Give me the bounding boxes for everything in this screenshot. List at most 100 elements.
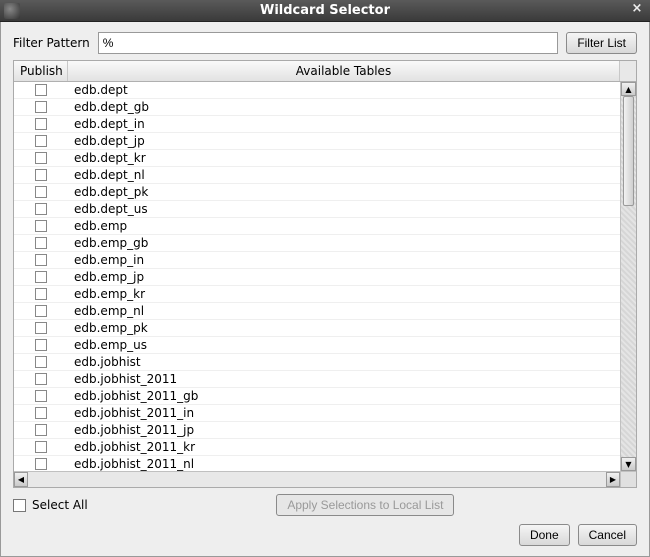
publish-checkbox[interactable]: [35, 288, 47, 300]
publish-checkbox[interactable]: [35, 390, 47, 402]
table-row[interactable]: edb.jobhist_2011_nl: [14, 456, 620, 471]
publish-cell: [14, 237, 68, 249]
table-name: edb.emp_nl: [68, 304, 620, 318]
scroll-down-icon[interactable]: ▼: [621, 457, 636, 471]
table-row[interactable]: edb.jobhist_2011: [14, 371, 620, 388]
below-row: Select All Apply Selections to Local Lis…: [13, 494, 637, 516]
table-name: edb.jobhist_2011_in: [68, 406, 620, 420]
table-name: edb.dept_us: [68, 202, 620, 216]
publish-cell: [14, 84, 68, 96]
scroll-right-icon[interactable]: ▶: [606, 472, 620, 487]
table-container: Publish Available Tables edb.dept edb.dep…: [13, 60, 637, 488]
publish-cell: [14, 424, 68, 436]
table-row[interactable]: edb.dept_nl: [14, 167, 620, 184]
publish-checkbox[interactable]: [35, 237, 47, 249]
publish-cell: [14, 186, 68, 198]
table-row[interactable]: edb.emp_gb: [14, 235, 620, 252]
table-name: edb.dept_jp: [68, 134, 620, 148]
publish-checkbox[interactable]: [35, 407, 47, 419]
table-name: edb.dept_nl: [68, 168, 620, 182]
publish-checkbox[interactable]: [35, 271, 47, 283]
table-row[interactable]: edb.jobhist: [14, 354, 620, 371]
done-button[interactable]: Done: [519, 524, 570, 546]
scroll-gap: [620, 61, 636, 81]
table-name: edb.dept_kr: [68, 151, 620, 165]
publish-checkbox[interactable]: [35, 118, 47, 130]
table-row[interactable]: edb.emp_jp: [14, 269, 620, 286]
publish-checkbox[interactable]: [35, 373, 47, 385]
table-row[interactable]: edb.dept_kr: [14, 150, 620, 167]
table-row[interactable]: edb.jobhist_2011_jp: [14, 422, 620, 439]
hscroll-track[interactable]: [28, 472, 606, 487]
publish-checkbox[interactable]: [35, 322, 47, 334]
publish-checkbox[interactable]: [35, 339, 47, 351]
publish-checkbox[interactable]: [35, 305, 47, 317]
publish-checkbox[interactable]: [35, 356, 47, 368]
publish-checkbox[interactable]: [35, 84, 47, 96]
scroll-thumb[interactable]: [623, 96, 634, 206]
publish-cell: [14, 390, 68, 402]
publish-cell: [14, 254, 68, 266]
table-row[interactable]: edb.emp_pk: [14, 320, 620, 337]
select-all-checkbox[interactable]: [13, 499, 26, 512]
table-row[interactable]: edb.emp: [14, 218, 620, 235]
table-row[interactable]: edb.emp_nl: [14, 303, 620, 320]
table-row[interactable]: edb.dept_us: [14, 201, 620, 218]
column-header-publish[interactable]: Publish: [14, 61, 68, 81]
publish-cell: [14, 118, 68, 130]
publish-checkbox[interactable]: [35, 169, 47, 181]
publish-cell: [14, 373, 68, 385]
close-icon[interactable]: ×: [630, 3, 644, 17]
table-row[interactable]: edb.dept: [14, 82, 620, 99]
filter-pattern-input[interactable]: [98, 32, 559, 54]
vertical-scrollbar[interactable]: ▲ ▼: [620, 82, 636, 471]
publish-cell: [14, 101, 68, 113]
publish-checkbox[interactable]: [35, 441, 47, 453]
table-name: edb.jobhist_2011_gb: [68, 389, 620, 403]
table-row[interactable]: edb.dept_gb: [14, 99, 620, 116]
publish-checkbox[interactable]: [35, 254, 47, 266]
publish-cell: [14, 271, 68, 283]
table-name: edb.jobhist: [68, 355, 620, 369]
table-name: edb.emp_gb: [68, 236, 620, 250]
table-row[interactable]: edb.emp_in: [14, 252, 620, 269]
publish-checkbox[interactable]: [35, 220, 47, 232]
publish-cell: [14, 407, 68, 419]
apply-selections-button[interactable]: Apply Selections to Local List: [276, 494, 454, 516]
filter-row: Filter Pattern Filter List: [13, 32, 637, 54]
scroll-up-icon[interactable]: ▲: [621, 82, 636, 96]
scroll-left-icon[interactable]: ◀: [14, 472, 28, 487]
table-name: edb.emp_jp: [68, 270, 620, 284]
publish-checkbox[interactable]: [35, 424, 47, 436]
table-row[interactable]: edb.emp_kr: [14, 286, 620, 303]
window-body: Filter Pattern Filter List Publish Avail…: [0, 22, 650, 557]
publish-checkbox[interactable]: [35, 203, 47, 215]
select-all-label: Select All: [32, 498, 88, 512]
publish-cell: [14, 169, 68, 181]
publish-cell: [14, 356, 68, 368]
publish-checkbox[interactable]: [35, 186, 47, 198]
table-row[interactable]: edb.jobhist_2011_in: [14, 405, 620, 422]
table-row[interactable]: edb.dept_in: [14, 116, 620, 133]
table-name: edb.dept: [68, 83, 620, 97]
column-header-available[interactable]: Available Tables: [68, 61, 620, 81]
publish-checkbox[interactable]: [35, 101, 47, 113]
filter-list-button[interactable]: Filter List: [566, 32, 637, 54]
table-row[interactable]: edb.dept_pk: [14, 184, 620, 201]
publish-checkbox[interactable]: [35, 152, 47, 164]
table-row[interactable]: edb.dept_jp: [14, 133, 620, 150]
titlebar: Wildcard Selector ×: [0, 0, 650, 22]
publish-checkbox[interactable]: [35, 135, 47, 147]
publish-cell: [14, 322, 68, 334]
cancel-button[interactable]: Cancel: [578, 524, 637, 546]
table-name: edb.jobhist_2011_nl: [68, 457, 620, 471]
table-row[interactable]: edb.emp_us: [14, 337, 620, 354]
table-name: edb.jobhist_2011_jp: [68, 423, 620, 437]
horizontal-scrollbar[interactable]: ◀ ▶: [14, 471, 636, 487]
publish-cell: [14, 135, 68, 147]
table-name: edb.emp_us: [68, 338, 620, 352]
table-name: edb.dept_pk: [68, 185, 620, 199]
publish-checkbox[interactable]: [35, 458, 47, 470]
table-row[interactable]: edb.jobhist_2011_gb: [14, 388, 620, 405]
table-row[interactable]: edb.jobhist_2011_kr: [14, 439, 620, 456]
